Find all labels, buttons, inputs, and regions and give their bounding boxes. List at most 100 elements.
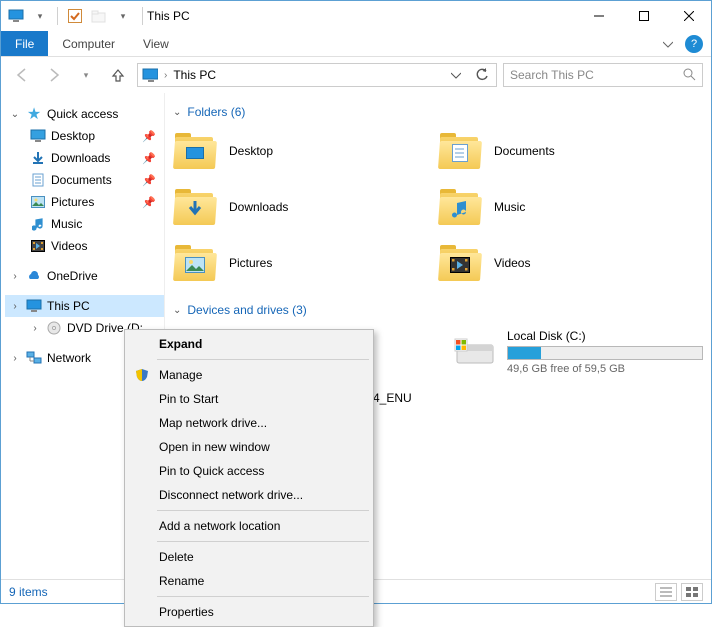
- folder-music[interactable]: Music: [438, 183, 703, 231]
- tree-onedrive[interactable]: ›OneDrive: [5, 265, 164, 287]
- icons-view-icon[interactable]: [681, 583, 703, 601]
- address-bar[interactable]: › This PC: [137, 63, 497, 87]
- back-button[interactable]: [9, 62, 35, 88]
- tree-this-pc[interactable]: ›This PC: [5, 295, 164, 317]
- drives-section-header[interactable]: ⌄Devices and drives (3): [165, 299, 711, 325]
- disc-icon: [45, 321, 63, 335]
- label: Pictures: [51, 195, 94, 209]
- maximize-button[interactable]: [621, 1, 666, 31]
- folder-downloads[interactable]: Downloads: [173, 183, 438, 231]
- chevron-right-icon: ›: [9, 301, 21, 312]
- menu-separator: [157, 541, 369, 542]
- window-title: This PC: [147, 9, 190, 23]
- menu-pin-quick-access[interactable]: Pin to Quick access: [127, 459, 371, 483]
- pc-icon[interactable]: [5, 5, 27, 27]
- shield-icon: [133, 368, 151, 382]
- view-tab[interactable]: View: [129, 31, 183, 56]
- network-icon: [25, 351, 43, 365]
- address-path: This PC: [173, 68, 440, 82]
- label: OneDrive: [47, 269, 98, 283]
- new-folder-icon[interactable]: [88, 5, 110, 27]
- search-placeholder: Search This PC: [510, 68, 594, 82]
- chevron-right-icon: ›: [29, 323, 41, 334]
- menu-manage[interactable]: Manage: [127, 363, 371, 387]
- context-menu: Expand Manage Pin to Start Map network d…: [124, 329, 374, 627]
- menu-separator: [157, 510, 369, 511]
- status-item-count: 9 items: [9, 585, 48, 599]
- menu-map-drive[interactable]: Map network drive...: [127, 411, 371, 435]
- drive-usage-bar: [507, 346, 703, 360]
- folder-pictures[interactable]: Pictures: [173, 239, 438, 287]
- menu-open-new-window[interactable]: Open in new window: [127, 435, 371, 459]
- tree-documents[interactable]: Documents📌: [5, 169, 164, 191]
- label: Network: [47, 351, 91, 365]
- details-view-icon[interactable]: [655, 583, 677, 601]
- label: Videos: [494, 256, 530, 270]
- separator: [142, 7, 143, 25]
- menu-separator: [157, 596, 369, 597]
- menu-add-network-location[interactable]: Add a network location: [127, 514, 371, 538]
- menu-rename[interactable]: Rename: [127, 569, 371, 593]
- tree-desktop[interactable]: Desktop📌: [5, 125, 164, 147]
- hdd-icon: [453, 329, 497, 369]
- minimize-button[interactable]: [576, 1, 621, 31]
- title-bar: ▾ ▾ This PC: [1, 1, 711, 31]
- ribbon-tabs: File Computer View ?: [1, 31, 711, 57]
- drive-local-c[interactable]: Local Disk (C:) 49,6 GB free of 59,5 GB: [453, 329, 703, 375]
- tree-downloads[interactable]: Downloads 📌: [5, 147, 164, 169]
- qat-dropdown-icon[interactable]: ▾: [29, 5, 51, 27]
- folders-grid: Desktop Documents Downloads Music Pictur…: [165, 127, 711, 299]
- menu-pin-start[interactable]: Pin to Start: [127, 387, 371, 411]
- menu-separator: [157, 359, 369, 360]
- address-dropdown-icon[interactable]: [446, 70, 466, 80]
- star-icon: ★: [25, 104, 43, 124]
- folder-documents[interactable]: Documents: [438, 127, 703, 175]
- recent-dropdown[interactable]: ▾: [73, 62, 99, 88]
- drive-info: Local Disk (C:) 49,6 GB free of 59,5 GB: [507, 329, 703, 375]
- video-icon: [29, 240, 47, 252]
- folder-icon: [173, 189, 217, 225]
- tree-videos[interactable]: Videos: [5, 235, 164, 257]
- pc-icon: [25, 299, 43, 313]
- label: Videos: [51, 239, 87, 253]
- chevron-down-icon: ⌄: [9, 109, 21, 120]
- window-controls: [576, 1, 711, 31]
- label: Downloads: [51, 151, 110, 165]
- up-button[interactable]: [105, 62, 131, 88]
- menu-disconnect-drive[interactable]: Disconnect network drive...: [127, 483, 371, 507]
- view-toggle: [655, 583, 703, 601]
- tree-music[interactable]: Music: [5, 213, 164, 235]
- label: Music: [51, 217, 82, 231]
- qat-customize-icon[interactable]: ▾: [112, 5, 134, 27]
- properties-checkbox-icon[interactable]: [64, 5, 86, 27]
- menu-delete[interactable]: Delete: [127, 545, 371, 569]
- close-button[interactable]: [666, 1, 711, 31]
- folder-desktop[interactable]: Desktop: [173, 127, 438, 175]
- drive-name: Local Disk (C:): [507, 329, 703, 343]
- help-icon[interactable]: ?: [685, 35, 703, 53]
- drive-free-text: 49,6 GB free of 59,5 GB: [507, 363, 703, 375]
- label: Music: [494, 200, 525, 214]
- chevron-down-icon: ⌄: [173, 107, 181, 118]
- refresh-icon[interactable]: [472, 68, 492, 82]
- label: Downloads: [229, 200, 288, 214]
- chevron-down-icon: ⌄: [173, 305, 181, 316]
- tree-pictures[interactable]: Pictures 📌: [5, 191, 164, 213]
- computer-tab[interactable]: Computer: [48, 31, 129, 56]
- folders-section-header[interactable]: ⌄ Folders (6): [165, 101, 711, 127]
- ribbon-expand-icon[interactable]: [657, 31, 679, 56]
- label: Documents: [494, 144, 555, 158]
- file-tab[interactable]: File: [1, 31, 48, 56]
- forward-button[interactable]: [41, 62, 67, 88]
- pin-icon: 📌: [142, 130, 156, 143]
- pin-icon: 📌: [142, 152, 156, 165]
- tree-quick-access[interactable]: ⌄★Quick access: [5, 103, 164, 125]
- music-icon: [29, 217, 47, 231]
- pin-icon: 📌: [142, 196, 156, 209]
- folder-icon: [173, 245, 217, 281]
- menu-expand[interactable]: Expand: [127, 332, 371, 356]
- label: Folders (6): [187, 105, 245, 119]
- folder-videos[interactable]: Videos: [438, 239, 703, 287]
- search-box[interactable]: Search This PC: [503, 63, 703, 87]
- pin-icon: 📌: [142, 174, 156, 187]
